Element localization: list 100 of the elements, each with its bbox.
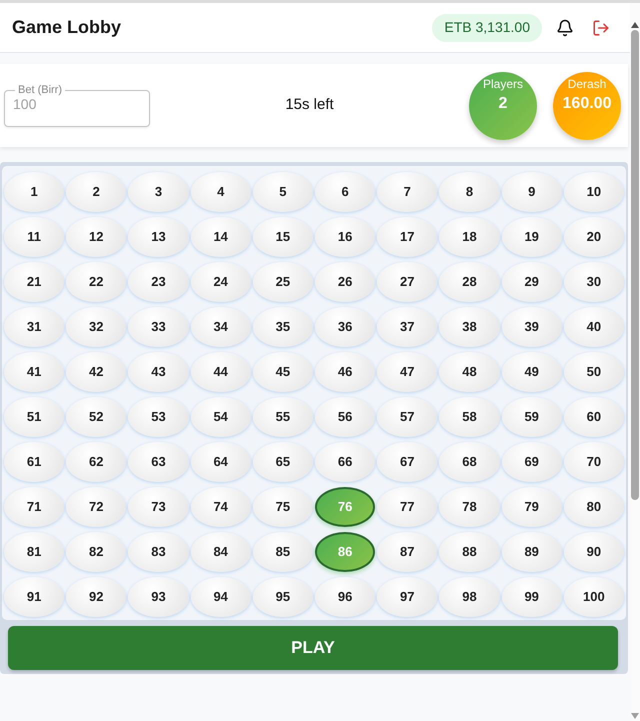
number-ball[interactable]: 48	[439, 352, 500, 392]
number-ball[interactable]: 69	[502, 442, 562, 482]
number-ball[interactable]: 73	[128, 487, 189, 527]
number-ball[interactable]: 18	[439, 217, 500, 257]
number-ball[interactable]: 75	[252, 487, 313, 527]
number-ball[interactable]: 47	[377, 352, 438, 392]
number-ball[interactable]: 21	[4, 262, 64, 302]
number-ball[interactable]: 89	[502, 532, 562, 572]
number-ball[interactable]: 3	[128, 172, 189, 212]
number-ball[interactable]: 91	[4, 577, 64, 617]
number-ball[interactable]: 40	[564, 307, 624, 347]
number-ball[interactable]: 96	[315, 577, 376, 617]
logout-icon[interactable]	[592, 18, 610, 36]
number-ball[interactable]: 95	[252, 577, 313, 617]
number-ball[interactable]: 78	[439, 487, 500, 527]
number-ball[interactable]: 7	[377, 172, 438, 212]
number-ball[interactable]: 100	[564, 577, 624, 617]
number-ball[interactable]: 70	[564, 442, 624, 482]
number-ball[interactable]: 81	[4, 532, 64, 572]
number-ball[interactable]: 27	[377, 262, 438, 302]
number-ball[interactable]: 63	[128, 442, 189, 482]
number-ball[interactable]: 52	[66, 397, 126, 437]
number-ball[interactable]: 24	[190, 262, 251, 302]
scroll-down-arrow-icon[interactable]	[631, 713, 639, 719]
number-ball[interactable]: 88	[439, 532, 500, 572]
number-ball[interactable]: 50	[564, 352, 624, 392]
play-button[interactable]: PLAY	[8, 626, 618, 670]
number-ball[interactable]: 28	[439, 262, 500, 302]
number-ball[interactable]: 6	[315, 172, 376, 212]
number-ball[interactable]: 36	[315, 307, 376, 347]
number-ball[interactable]: 68	[439, 442, 500, 482]
number-ball[interactable]: 31	[4, 307, 64, 347]
number-ball[interactable]: 84	[190, 532, 251, 572]
number-ball[interactable]: 71	[4, 487, 64, 527]
number-ball[interactable]: 22	[66, 262, 126, 302]
number-ball[interactable]: 43	[128, 352, 189, 392]
number-ball[interactable]: 66	[315, 442, 376, 482]
bell-icon[interactable]	[556, 18, 574, 36]
number-ball[interactable]: 54	[190, 397, 251, 437]
number-ball[interactable]: 9	[502, 172, 562, 212]
number-ball[interactable]: 29	[502, 262, 562, 302]
number-ball[interactable]: 46	[315, 352, 376, 392]
number-ball[interactable]: 8	[439, 172, 500, 212]
number-ball[interactable]: 19	[502, 217, 562, 257]
number-ball[interactable]: 98	[439, 577, 500, 617]
number-ball[interactable]: 59	[502, 397, 562, 437]
number-ball[interactable]: 37	[377, 307, 438, 347]
number-ball[interactable]: 44	[190, 352, 251, 392]
number-ball[interactable]: 72	[66, 487, 126, 527]
number-ball[interactable]: 74	[190, 487, 251, 527]
number-ball[interactable]: 58	[439, 397, 500, 437]
number-ball[interactable]: 20	[564, 217, 624, 257]
number-ball[interactable]: 41	[4, 352, 64, 392]
number-ball[interactable]: 23	[128, 262, 189, 302]
number-ball[interactable]: 14	[190, 217, 251, 257]
number-ball[interactable]: 16	[315, 217, 376, 257]
number-ball[interactable]: 97	[377, 577, 438, 617]
number-ball[interactable]: 93	[128, 577, 189, 617]
number-ball[interactable]: 87	[377, 532, 438, 572]
number-ball[interactable]: 39	[502, 307, 562, 347]
number-ball[interactable]: 25	[252, 262, 313, 302]
number-ball[interactable]: 82	[66, 532, 126, 572]
number-ball[interactable]: 77	[377, 487, 438, 527]
number-ball[interactable]: 2	[66, 172, 126, 212]
number-ball[interactable]: 65	[252, 442, 313, 482]
number-ball[interactable]: 49	[502, 352, 562, 392]
number-ball[interactable]: 42	[66, 352, 126, 392]
number-ball[interactable]: 17	[377, 217, 438, 257]
number-ball[interactable]: 57	[377, 397, 438, 437]
number-ball[interactable]: 35	[252, 307, 313, 347]
number-ball[interactable]: 12	[66, 217, 126, 257]
number-ball[interactable]: 80	[564, 487, 624, 527]
number-ball[interactable]: 94	[190, 577, 251, 617]
number-ball[interactable]: 26	[315, 262, 376, 302]
number-ball[interactable]: 32	[66, 307, 126, 347]
number-ball[interactable]: 61	[4, 442, 64, 482]
number-ball[interactable]: 83	[128, 532, 189, 572]
number-ball[interactable]: 10	[564, 172, 624, 212]
number-ball[interactable]: 60	[564, 397, 624, 437]
number-ball[interactable]: 51	[4, 397, 64, 437]
number-ball[interactable]: 30	[564, 262, 624, 302]
number-ball[interactable]: 5	[252, 172, 313, 212]
number-ball[interactable]: 85	[252, 532, 313, 572]
number-ball[interactable]: 38	[439, 307, 500, 347]
scrollbar-thumb[interactable]	[631, 30, 639, 500]
scroll-up-arrow-icon[interactable]	[631, 22, 639, 28]
number-ball[interactable]: 90	[564, 532, 624, 572]
number-ball[interactable]: 11	[4, 217, 64, 257]
number-ball[interactable]: 62	[66, 442, 126, 482]
number-ball[interactable]: 4	[190, 172, 251, 212]
number-ball[interactable]: 99	[502, 577, 562, 617]
number-ball[interactable]: 64	[190, 442, 251, 482]
number-ball[interactable]: 33	[128, 307, 189, 347]
number-ball[interactable]: 1	[4, 172, 64, 212]
number-ball[interactable]: 34	[190, 307, 251, 347]
number-ball[interactable]: 92	[66, 577, 126, 617]
number-ball[interactable]: 53	[128, 397, 189, 437]
number-ball[interactable]: 15	[252, 217, 313, 257]
number-ball[interactable]: 56	[315, 397, 376, 437]
number-ball[interactable]: 67	[377, 442, 438, 482]
